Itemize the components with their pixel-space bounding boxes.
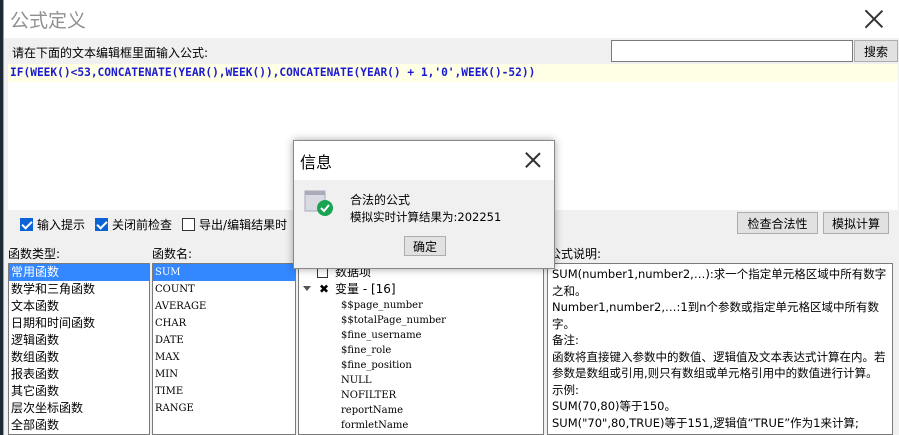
list-item[interactable]: 常用函数 xyxy=(9,264,149,281)
list-item[interactable]: RANGE xyxy=(153,400,295,417)
check-validity-button[interactable]: 检查合法性 xyxy=(737,212,818,234)
desc-line: Number1,number2,…:1到n个参数或指定单元格区域中所有数字。 xyxy=(552,300,880,331)
title-bar: 公式定义 xyxy=(4,0,899,38)
list-item[interactable]: SUM xyxy=(153,264,295,281)
formula-text: IF(WEEK()<53,CONCATENATE(YEAR(),WEEK()),… xyxy=(8,64,898,82)
list-item[interactable]: MIN xyxy=(153,366,295,383)
desc-line: 函数将直接键入参数中的数值、逻辑值及文本表达式计算在内。若参数是数组或引用,则只… xyxy=(552,349,886,381)
list-item[interactable]: 数组函数 xyxy=(9,349,149,366)
variable-item[interactable]: $$page_number xyxy=(299,298,543,313)
variable-item[interactable]: reportName xyxy=(299,403,543,418)
desc-line: 示例: xyxy=(552,382,579,397)
list-item[interactable]: AVERAGE xyxy=(153,298,295,315)
list-item[interactable]: 逻辑函数 xyxy=(9,332,149,349)
options-row: 输入提示 关闭前检查 导出/编辑结果时 xyxy=(20,214,297,234)
list-item[interactable]: 数学和三角函数 xyxy=(9,281,149,298)
check-before-close-checkbox[interactable]: 关闭前检查 xyxy=(95,216,172,233)
variable-item[interactable]: $fine_position xyxy=(299,358,543,373)
list-item[interactable]: 全部函数 xyxy=(9,417,149,434)
ok-button[interactable]: 确定 xyxy=(404,236,446,256)
checkbox-label: 导出/编辑结果时 xyxy=(199,217,288,232)
variable-icon: ✖ xyxy=(319,282,330,296)
list-item[interactable]: CHAR xyxy=(153,315,295,332)
table-icon xyxy=(317,268,328,278)
checkbox-label: 输入提示 xyxy=(37,217,86,232)
list-item[interactable]: DATE xyxy=(153,332,295,349)
list-item[interactable]: 层次坐标函数 xyxy=(9,400,149,417)
desc-header: 公式说明: xyxy=(549,247,602,261)
search-input[interactable] xyxy=(611,40,853,62)
checkbox-unchecked-icon xyxy=(182,217,196,231)
formula-dialog: 公式定义 请在下面的文本编辑框里面输入公式: 搜索 IF(WEEK()<53,C… xyxy=(3,0,899,435)
formula-description: SUM(number1,number2,…):求一个指定单元格区域中所有数字之和… xyxy=(547,263,893,435)
desc-line: SUM(number1,number2,…):求一个指定单元格区域中所有数字之和… xyxy=(552,267,887,298)
dialog-title-bar: 信息 xyxy=(294,141,554,180)
info-dialog: 信息 合法的公式 模拟实时计算结果为:202251 确定 xyxy=(293,140,555,269)
tree-node-variables[interactable]: ✖ 变量 - [16] xyxy=(299,281,543,298)
prompt-label: 请在下面的文本编辑框里面输入公式: xyxy=(12,46,209,60)
input-hint-checkbox[interactable]: 输入提示 xyxy=(20,216,85,233)
list-item[interactable]: TIME xyxy=(153,383,295,400)
func-type-header: 函数类型: xyxy=(8,247,61,261)
desc-line: SUM("70",80,TRUE)等于151,逻辑值“TRUE”作为1来计算; xyxy=(552,415,859,430)
checkbox-checked-icon xyxy=(20,217,33,231)
tree-node-label: 变量 - [16] xyxy=(335,282,396,296)
list-item[interactable]: 日期和时间函数 xyxy=(9,315,149,332)
list-item[interactable]: COUNT xyxy=(153,281,295,298)
variable-item[interactable]: $fine_username xyxy=(299,328,543,343)
variable-item[interactable]: formletName xyxy=(299,418,543,433)
func-name-list[interactable]: SUM COUNT AVERAGE CHAR DATE MAX MIN TIME… xyxy=(152,263,296,435)
search-button[interactable]: 搜索 xyxy=(854,40,898,62)
field-tree[interactable]: 数据项 ✖ 变量 - [16] $$page_number $$totalPag… xyxy=(298,263,544,435)
window-title: 公式定义 xyxy=(10,10,87,32)
checkbox-label: 关闭前检查 xyxy=(112,217,173,232)
checkbox-checked-icon xyxy=(95,217,109,231)
close-icon[interactable] xyxy=(862,7,886,31)
dialog-message: 合法的公式 xyxy=(350,193,411,207)
func-type-list[interactable]: 常用函数 数学和三角函数 文本函数 日期和时间函数 逻辑函数 数组函数 报表函数… xyxy=(8,263,150,435)
success-icon xyxy=(304,190,333,216)
dialog-result: 模拟实时计算结果为:202251 xyxy=(350,210,502,224)
close-icon[interactable] xyxy=(524,151,542,169)
variable-item[interactable]: $$totalPage_number xyxy=(299,313,543,328)
func-name-header: 函数名: xyxy=(152,247,193,261)
variable-list: $$page_number $$totalPage_number $fine_u… xyxy=(299,298,543,433)
list-item[interactable]: 文本函数 xyxy=(9,298,149,315)
list-item[interactable]: MAX xyxy=(153,349,295,366)
variable-item[interactable]: NULL xyxy=(299,373,543,388)
export-edit-checkbox[interactable]: 导出/编辑结果时 xyxy=(182,216,287,233)
chevron-down-icon[interactable] xyxy=(303,286,311,291)
desc-line: 备注: xyxy=(552,333,579,347)
simulate-button[interactable]: 模拟计算 xyxy=(823,212,889,234)
variable-item[interactable]: NOFILTER xyxy=(299,388,543,403)
variable-item[interactable]: $fine_role xyxy=(299,343,543,358)
dialog-title: 信息 xyxy=(300,153,333,172)
desc-line: SUM(70,80)等于150。 xyxy=(552,399,676,413)
list-item[interactable]: 报表函数 xyxy=(9,366,149,383)
list-item[interactable]: 其它函数 xyxy=(9,383,149,400)
